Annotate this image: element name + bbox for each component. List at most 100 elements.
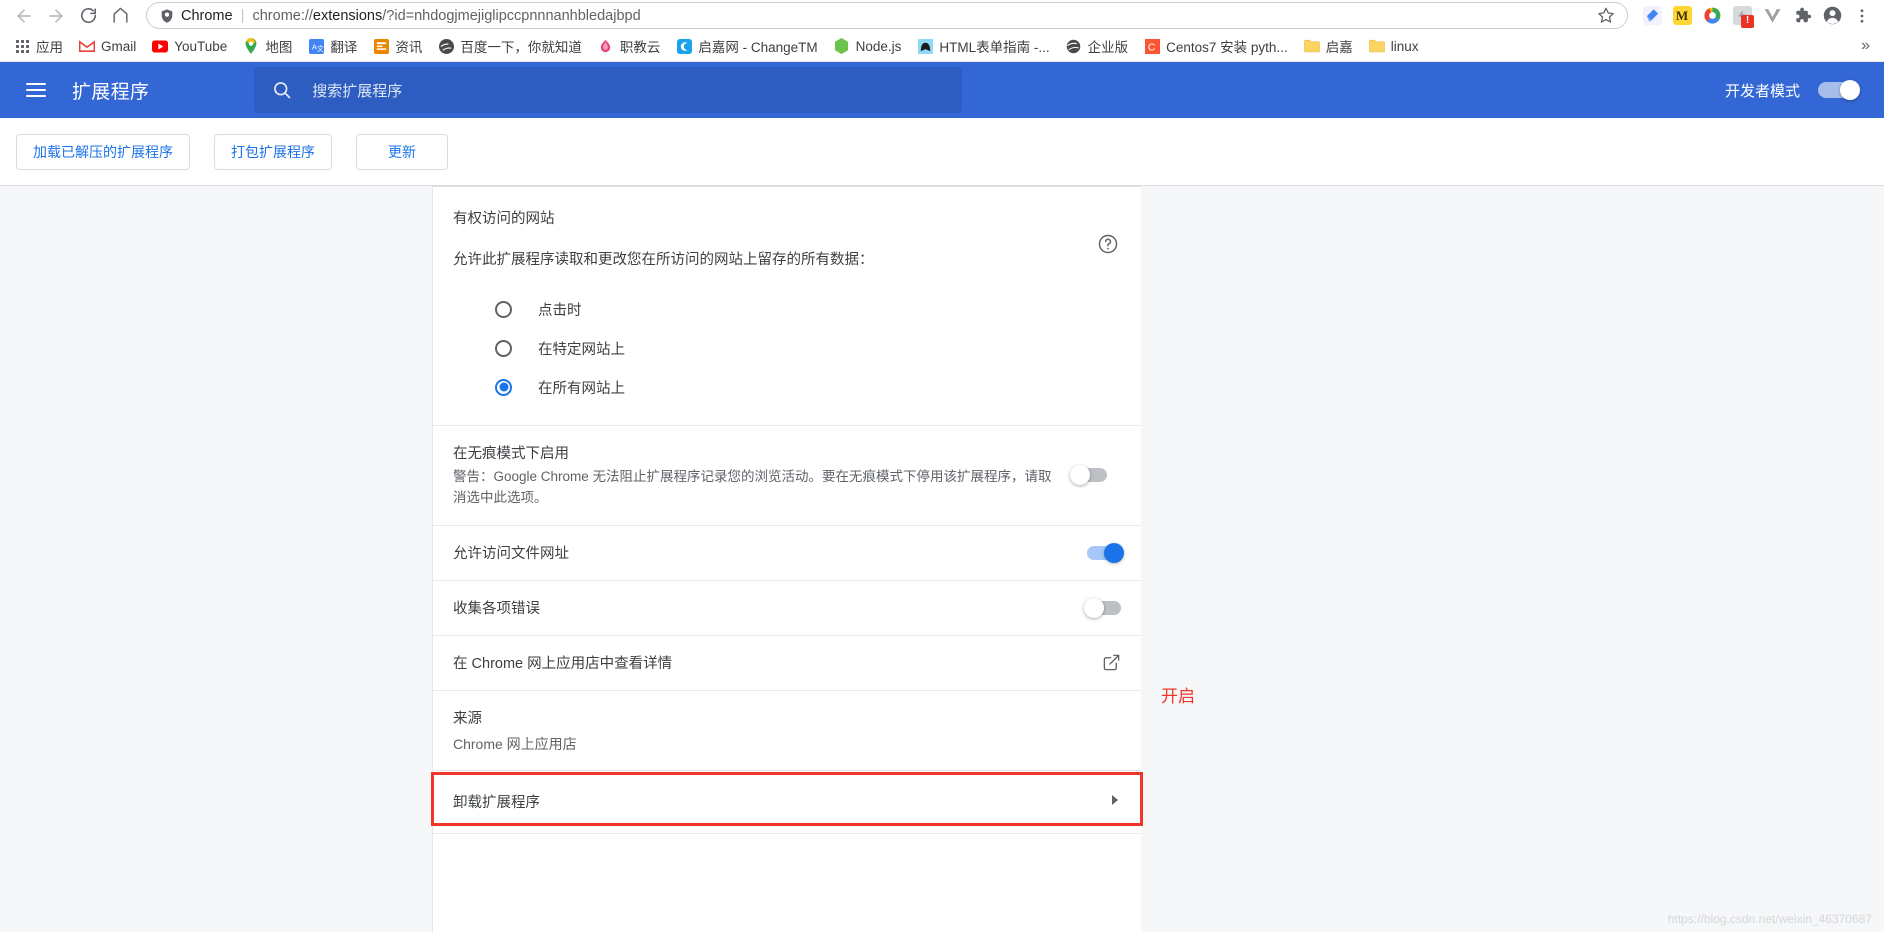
reload-icon[interactable] [72,2,104,30]
gmail-icon [79,38,95,54]
omnibox-separator: | [240,7,245,24]
radio-button-selected[interactable] [495,378,512,396]
extension-detail-card: 有权访问的网站 允许此扩展程序读取和更改您在所访问的网站上留存的所有数据： 点击… [433,186,1141,932]
site-access-option-on-all-sites[interactable]: 在所有网站上 [453,368,1121,407]
file-urls-row-title: 允许访问文件网址 [453,546,569,563]
radio-button[interactable] [495,339,512,357]
search-input[interactable]: 搜索扩展程序 [254,67,963,113]
csdn-icon: C [1144,38,1160,54]
help-circle-icon[interactable] [1097,233,1119,255]
bookmark-label: 启嘉网 - ChangeTM [698,40,818,55]
bookmarks-overflow-button[interactable]: » [1853,37,1878,55]
search-placeholder: 搜索扩展程序 [312,82,403,100]
bookmark-folder-linux[interactable]: linux [1361,35,1427,57]
extensions-action-toolbar: 加载已解压的扩展程序 打包扩展程序 更新 [0,118,1884,186]
site-access-option-on-specific-sites[interactable]: 在特定网站上 [453,329,1121,368]
file-urls-toggle[interactable] [1087,542,1124,563]
bookmark-maps[interactable]: 地图 [235,33,300,59]
bookmark-zhijiaoyun[interactable]: 职教云 [590,33,669,59]
bookmarks-bar: 应用 Gmail YouTube 地图 A文 翻译 资讯 百度一下，你就知道 职… [0,31,1884,62]
back-arrow-icon[interactable] [8,2,40,30]
incognito-row-title: 在无痕模式下启用 [453,445,569,462]
qijia-icon [676,38,692,54]
file-urls-row[interactable]: 允许访问文件网址 [433,526,1141,580]
bookmark-label: Node.js [855,38,902,54]
radio-button[interactable] [495,300,512,318]
profile-avatar-icon[interactable] [1818,2,1846,30]
radio-label: 在所有网站上 [538,380,625,397]
bookmark-qijia[interactable]: 启嘉网 - ChangeTM [668,33,825,59]
divider [433,832,1141,834]
incognito-row[interactable]: 在无痕模式下启用 警告：Google Chrome 无法阻止扩展程序记录您的浏览… [433,426,1141,525]
folder-icon [1303,38,1320,54]
youtube-icon [152,38,169,54]
globe-icon [1066,38,1082,54]
bookmark-enterprise[interactable]: 企业版 [1058,33,1137,59]
incognito-toggle[interactable] [1070,464,1107,485]
bookmark-mdn[interactable]: HTML表单指南 -... [909,33,1057,59]
webstore-details-row[interactable]: 在 Chrome 网上应用店中查看详情 [433,636,1141,690]
vue-devtools-icon[interactable] [1758,2,1786,30]
maps-pin-icon [243,38,259,54]
radio-label: 在特定网站上 [538,341,625,358]
bookmark-news[interactable]: 资讯 [365,33,430,59]
watermark-text: https://blog.csdn.net/weixin_46370687 [1667,912,1872,926]
news-icon [373,38,389,54]
right-gutter [1141,186,1884,932]
bookmark-label: 百度一下，你就知道 [460,40,582,55]
apps-grid-icon [14,38,30,54]
bookmark-label: HTML表单指南 -... [939,40,1050,55]
load-unpacked-button[interactable]: 加载已解压的扩展程序 [16,133,190,170]
address-bar[interactable]: Chrome | chrome://extensions/?id=nhdogjm… [146,2,1628,29]
bookmark-apps[interactable]: 应用 [6,33,71,59]
mdn-icon [917,38,933,54]
bookmark-label: 企业版 [1087,40,1129,55]
developer-mode-toggle[interactable] [1818,80,1860,100]
disabled-extension-icon[interactable]: ! [1728,2,1756,30]
bookmark-folder-qijia[interactable]: 启嘉 [1296,33,1361,59]
folder-icon [1368,38,1385,54]
forward-arrow-icon[interactable] [40,2,72,30]
bookmark-star-icon[interactable] [1597,6,1617,26]
chevron-right-icon[interactable] [1109,794,1121,809]
svg-text:文: 文 [317,44,324,53]
zhijiaoyun-icon [598,38,614,54]
home-icon[interactable] [104,2,136,30]
bookmark-translate[interactable]: A文 翻译 [300,33,365,59]
momentum-extension-icon[interactable]: M [1668,2,1696,30]
nodejs-icon [834,38,850,54]
remove-extension-row-title: 卸载扩展程序 [453,795,540,812]
hamburger-menu-icon[interactable] [26,78,50,102]
color-ring-extension-icon[interactable] [1698,2,1726,30]
bookmark-csdn[interactable]: C Centos7 安装 pyth... [1136,33,1296,59]
bookmark-label: linux [1390,38,1419,54]
site-access-description: 允许此扩展程序读取和更改您在所访问的网站上留存的所有数据： [453,252,874,268]
radio-label: 点击时 [538,302,582,319]
source-row-title: 来源 [453,710,482,727]
update-button[interactable]: 更新 [356,133,448,170]
remove-extension-row[interactable]: 卸载扩展程序 [433,771,1141,833]
site-access-section: 有权访问的网站 允许此扩展程序读取和更改您在所访问的网站上留存的所有数据： 点击… [433,187,1141,425]
chrome-shield-icon [159,8,175,24]
bookmark-youtube[interactable]: YouTube [144,35,235,57]
chrome-menu-icon[interactable] [1848,2,1876,30]
site-access-option-on-click[interactable]: 点击时 [453,290,1121,329]
pack-extension-button[interactable]: 打包扩展程序 [214,133,332,170]
bookmark-baidu[interactable]: 百度一下，你就知道 [430,33,590,59]
browser-extension-icons: M ! [1634,2,1876,30]
extensions-page-header: 扩展程序 搜索扩展程序 开发者模式 [0,62,1884,118]
translate-icon: A文 [308,38,324,54]
baidu-icon [438,38,454,54]
bookmark-label: Gmail [101,38,137,54]
collect-errors-toggle[interactable] [1084,597,1121,618]
source-row: 来源 Chrome 网上应用店 [433,691,1141,770]
bookmark-label: 应用 [36,40,63,55]
kite-extension-icon[interactable] [1638,2,1666,30]
puzzle-extensions-icon[interactable] [1788,2,1816,30]
bookmark-gmail[interactable]: Gmail [71,35,144,57]
external-link-icon[interactable] [1102,653,1121,672]
collect-errors-row[interactable]: 收集各项错误 [433,581,1141,635]
bookmark-nodejs[interactable]: Node.js [826,35,910,57]
incognito-row-subtitle: 警告：Google Chrome 无法阻止扩展程序记录您的浏览活动。要在无痕模式… [453,468,1052,505]
bookmark-label: 职教云 [619,40,661,55]
